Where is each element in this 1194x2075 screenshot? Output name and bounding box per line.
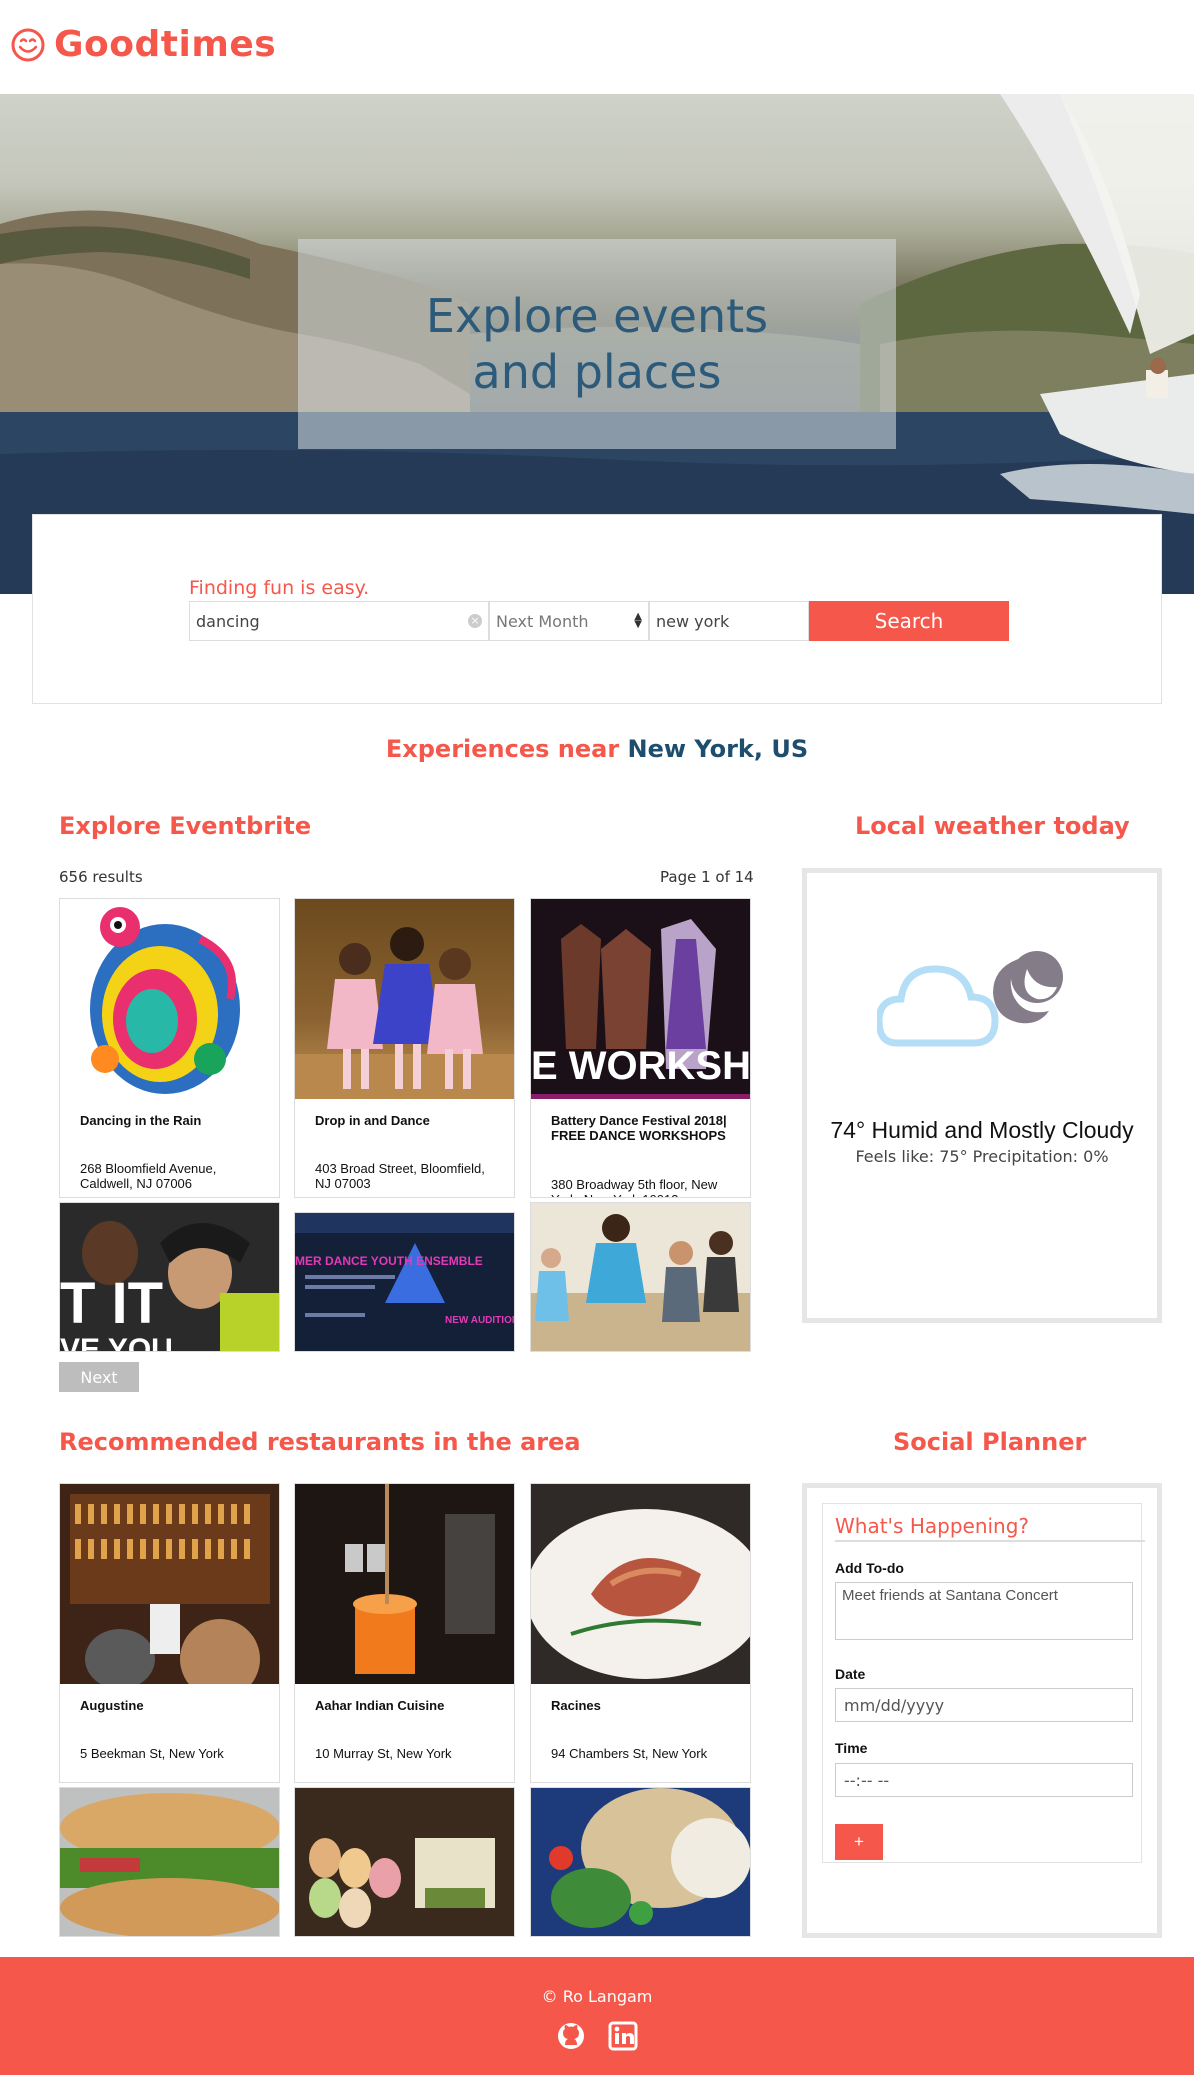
weather-summary: 74° Humid and Mostly Cloudy <box>830 1117 1134 1143</box>
github-icon[interactable] <box>556 2021 586 2051</box>
restaurant-card[interactable] <box>59 1787 280 1937</box>
moon-icon <box>993 951 1063 1024</box>
cloud-icon <box>877 965 999 1047</box>
page-indicator: Page 1 of 14 <box>660 868 754 886</box>
search-card: Finding fun is easy. dancing × Next Mont… <box>32 514 1162 704</box>
search-button[interactable]: Search <box>809 601 1009 641</box>
restaurant-image <box>295 1788 514 1936</box>
restaurant-image <box>531 1788 750 1936</box>
planner-heading: What's Happening? <box>835 1514 1145 1542</box>
event-address: 268 Bloomfield Avenue, Caldwell, NJ 0700… <box>80 1161 217 1191</box>
weather-icon <box>877 951 1063 1047</box>
event-image-text: T IT <box>60 1271 163 1336</box>
experiences-prefix: Experiences near <box>385 735 620 763</box>
restaurant-image <box>60 1788 279 1936</box>
event-image: E WORKSHO <box>531 899 750 1099</box>
select-arrows-icon: ▲ ▼ <box>634 611 642 630</box>
event-image-text: NEW AUDITION <box>445 1315 514 1326</box>
time-input[interactable]: --:-- -- <box>835 1763 1133 1797</box>
event-name: Battery Dance Festival 2018| FREE DANCE … <box>551 1113 727 1143</box>
smiley-face-icon <box>11 28 45 61</box>
event-card[interactable]: Dancing in the Rain 268 Bloomfield Avenu… <box>59 898 280 1198</box>
copyright: © Ro Langam <box>541 1987 653 2006</box>
weather-widget: 74° Humid and Mostly Cloudy Feels like: … <box>802 868 1162 1323</box>
search-query-input[interactable]: dancing × <box>189 601 489 641</box>
date-placeholder: mm/dd/yyyy <box>844 1695 945 1715</box>
event-card[interactable] <box>530 1202 751 1352</box>
restaurant-name: Augustine <box>80 1698 144 1713</box>
restaurant-card[interactable]: Racines 94 Chambers St, New York <box>530 1483 751 1783</box>
event-image: T IT VE YOU <box>60 1203 279 1352</box>
time-placeholder: --:-- -- <box>844 1770 890 1790</box>
restaurant-card[interactable] <box>530 1787 751 1937</box>
social-links <box>0 2021 1194 2051</box>
date-range-value: Next Month <box>496 611 589 631</box>
weather-details: Feels like: 75° Precipitation: 0% <box>855 1147 1109 1166</box>
event-card[interactable]: E WORKSHO Battery Dance Festival 2018| F… <box>530 898 751 1198</box>
event-image <box>531 1203 750 1351</box>
todo-label: Add To-do <box>835 1560 904 1576</box>
add-todo-button[interactable]: + <box>835 1824 883 1860</box>
restaurant-card[interactable]: Aahar Indian Cuisine 10 Murray St, New Y… <box>294 1483 515 1783</box>
experiences-heading: Experiences near New York, US <box>0 735 1194 763</box>
planner-title: Social Planner <box>893 1428 1087 1456</box>
restaurant-image <box>531 1484 750 1684</box>
linkedin-icon[interactable] <box>608 2021 638 2051</box>
experiences-location: New York, US <box>627 735 809 763</box>
clear-icon[interactable]: × <box>468 614 482 628</box>
eventbrite-title: Explore Eventbrite <box>59 812 312 840</box>
event-card[interactable]: Drop in and Dance 403 Broad Street, Bloo… <box>294 898 515 1198</box>
planner-form: What's Happening? Add To-do Meet friends… <box>822 1503 1145 1863</box>
event-image-text: MER DANCE YOUTH ENSEMBLE <box>295 1254 483 1268</box>
restaurant-card[interactable]: Augustine 5 Beekman St, New York <box>59 1483 280 1783</box>
event-name: Dancing in the Rain <box>80 1113 202 1128</box>
brand-name: Goodtimes <box>54 24 277 65</box>
event-address: 380 Broadway 5th floor, New York, New Yo… <box>551 1177 718 1197</box>
hero-overlay: Explore events and places <box>298 239 896 449</box>
search-query-value: dancing <box>196 611 260 631</box>
next-page-button[interactable]: Next <box>59 1362 139 1392</box>
todo-input[interactable]: Meet friends at Santana Concert <box>835 1582 1133 1640</box>
restaurant-image <box>60 1484 279 1684</box>
site-header: Goodtimes <box>0 0 1194 94</box>
restaurant-address: 10 Murray St, New York <box>315 1746 452 1761</box>
restaurant-card[interactable] <box>294 1787 515 1937</box>
date-label: Date <box>835 1666 866 1682</box>
restaurant-name: Racines <box>551 1698 601 1713</box>
weather-title: Local weather today <box>855 812 1130 840</box>
search-tagline: Finding fun is easy. <box>189 577 370 599</box>
event-card[interactable]: T IT VE YOU <box>59 1202 280 1352</box>
location-input[interactable]: new york <box>649 601 809 641</box>
event-card[interactable]: MER DANCE YOUTH ENSEMBLE NEW AUDITION <box>294 1212 515 1352</box>
event-image-text: E WORKSHO <box>531 1044 750 1088</box>
restaurant-name: Aahar Indian Cuisine <box>315 1698 445 1713</box>
brand-logo[interactable]: Goodtimes <box>10 24 276 65</box>
restaurants-title: Recommended restaurants in the area <box>59 1428 581 1456</box>
date-range-select[interactable]: Next Month ▲ ▼ <box>489 601 649 641</box>
restaurant-address: 5 Beekman St, New York <box>80 1746 224 1761</box>
event-image <box>295 899 514 1099</box>
results-count: 656 results <box>59 868 143 886</box>
event-image: MER DANCE YOUTH ENSEMBLE NEW AUDITION <box>295 1213 514 1351</box>
event-address: 403 Broad Street, Bloomfield, NJ 07003 <box>315 1161 485 1191</box>
social-planner: What's Happening? Add To-do Meet friends… <box>802 1483 1162 1938</box>
restaurant-image <box>295 1484 514 1684</box>
event-image-text: VE YOU <box>60 1333 173 1352</box>
event-name: Drop in and Dance <box>315 1113 430 1128</box>
event-image <box>60 899 279 1099</box>
restaurant-address: 94 Chambers St, New York <box>551 1746 708 1761</box>
search-form: dancing × Next Month ▲ ▼ new york Search <box>189 601 1009 641</box>
location-value: new york <box>656 611 730 631</box>
time-label: Time <box>835 1740 868 1756</box>
date-input[interactable]: mm/dd/yyyy <box>835 1688 1133 1722</box>
todo-placeholder: Meet friends at Santana Concert <box>842 1587 1058 1604</box>
site-footer: © Ro Langam <box>0 1957 1194 2075</box>
hero-title: Explore events and places <box>425 289 769 399</box>
